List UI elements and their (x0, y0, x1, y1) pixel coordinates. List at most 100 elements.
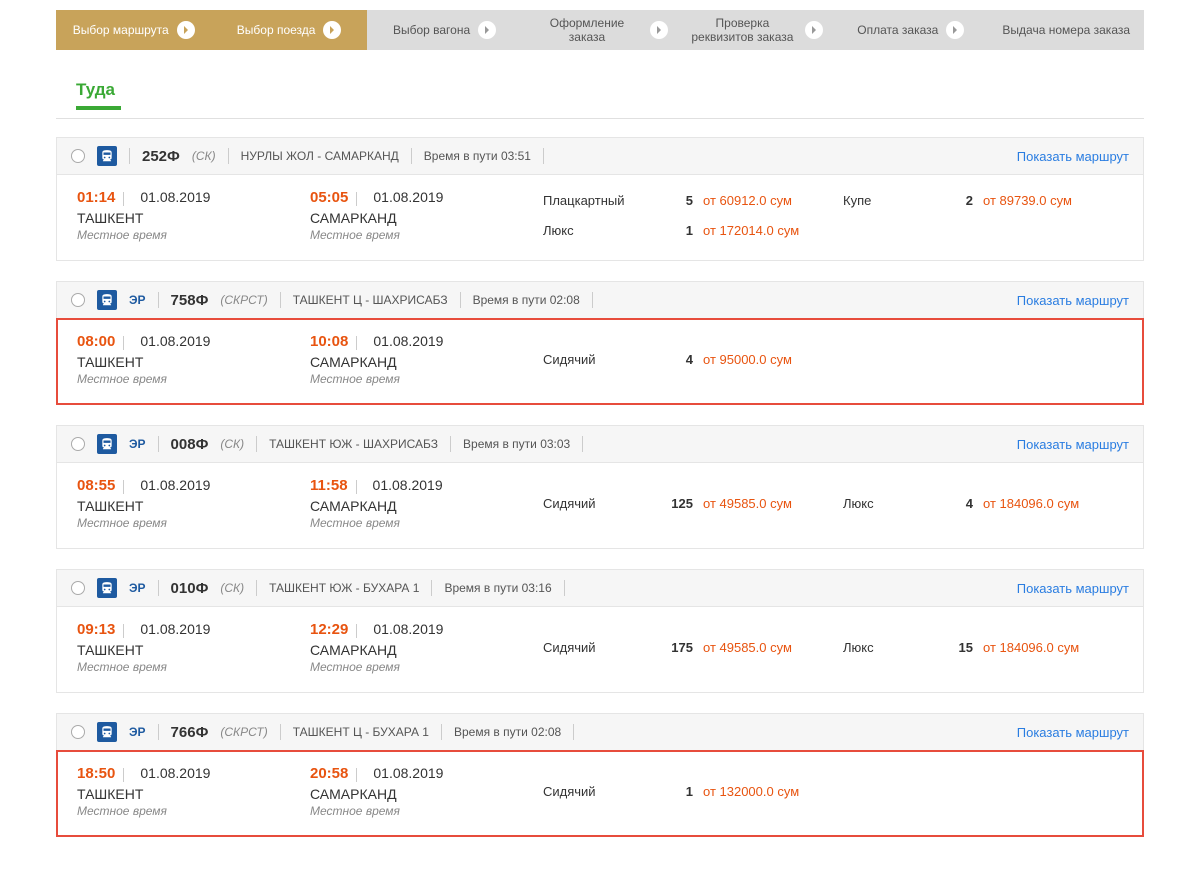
class-count: 1 (663, 784, 703, 799)
arr-block: 12:2901.08.2019САМАРКАНДМестное время (310, 621, 543, 674)
train-header: ЭР766Ф(СКРСТ)ТАШКЕНТ Ц - БУХАРА 1Время в… (57, 714, 1143, 751)
divider (582, 436, 583, 452)
chevron-right-icon (650, 21, 668, 39)
route-name: ТАШКЕНТ ЮЖ - ШАХРИСАБЗ (269, 437, 438, 451)
class-grid: Сидячий175от 49585.0 сумЛюкс15от 184096.… (543, 621, 1123, 674)
show-route-link[interactable]: Показать маршрут (1017, 725, 1129, 740)
divider (158, 580, 159, 596)
divider (129, 148, 130, 164)
chevron-right-icon (805, 21, 823, 39)
show-route-link[interactable]: Показать маршрут (1017, 581, 1129, 596)
train-number: 008Ф (171, 436, 209, 453)
divider (158, 724, 159, 740)
arr-date: 01.08.2019 (373, 189, 443, 205)
arr-station: САМАРКАНД (310, 642, 543, 658)
er-tag: ЭР (129, 725, 146, 739)
class-price: от 89739.0 сум (983, 193, 1123, 208)
dep-date: 01.08.2019 (140, 765, 210, 781)
arr-station: САМАРКАНД (310, 210, 543, 226)
train-card: ЭР758Ф(СКРСТ)ТАШКЕНТ Ц - ШАХРИСАБЗВремя … (56, 281, 1144, 405)
train-type: (СК) (192, 149, 216, 163)
class-grid: Сидячий1от 132000.0 сум (543, 765, 1123, 818)
arr-date: 01.08.2019 (373, 333, 443, 349)
dep-date: 01.08.2019 (140, 477, 210, 493)
divider (256, 580, 257, 596)
dep-time: 08:55 (77, 477, 115, 494)
class-name: Купе (843, 193, 943, 208)
travel-time: Время в пути 03:51 (424, 149, 531, 163)
step-2[interactable]: Выбор вагона (367, 10, 522, 50)
divider (356, 768, 357, 782)
step-0[interactable]: Выбор маршрута (56, 10, 211, 50)
chevron-right-icon (478, 21, 496, 39)
train-radio[interactable] (71, 149, 85, 163)
step-4[interactable]: Проверка реквизитов заказа (678, 10, 833, 50)
class-name: Люкс (843, 640, 943, 655)
chevron-right-icon (946, 21, 964, 39)
dep-time: 08:00 (77, 333, 115, 350)
step-1[interactable]: Выбор поезда (211, 10, 366, 50)
show-route-link[interactable]: Показать маршрут (1017, 149, 1129, 164)
route-name: НУРЛЫ ЖОЛ - САМАРКАНД (241, 149, 399, 163)
dep-station: ТАШКЕНТ (77, 786, 310, 802)
arr-date: 01.08.2019 (373, 477, 443, 493)
train-type: (СК) (220, 581, 244, 595)
class-price: от 95000.0 сум (703, 352, 843, 367)
arr-time: 20:58 (310, 765, 348, 782)
class-price: от 172014.0 сум (703, 223, 843, 238)
direction-title: Туда (76, 80, 121, 110)
step-3[interactable]: Оформление заказа (522, 10, 677, 50)
class-count: 5 (663, 193, 703, 208)
step-5[interactable]: Оплата заказа (833, 10, 988, 50)
divider (592, 292, 593, 308)
train-icon (97, 146, 117, 166)
progress-steps: Выбор маршрута Выбор поездаВыбор вагона Оф… (56, 10, 1144, 50)
show-route-link[interactable]: Показать маршрут (1017, 293, 1129, 308)
divider (123, 480, 124, 494)
dep-date: 01.08.2019 (140, 189, 210, 205)
local-time-label: Местное время (310, 660, 543, 674)
route-name: ТАШКЕНТ ЮЖ - БУХАРА 1 (269, 581, 419, 595)
divider (450, 436, 451, 452)
dep-date: 01.08.2019 (140, 333, 210, 349)
dep-station: ТАШКЕНТ (77, 354, 310, 370)
train-number: 766Ф (171, 724, 209, 741)
class-count: 175 (663, 640, 703, 655)
arr-station: САМАРКАНД (310, 498, 543, 514)
divider (280, 724, 281, 740)
train-body: 08:00 01.08.2019 ТАШКЕНТМестное время10:08… (57, 319, 1143, 404)
arr-time: 11:58 (310, 477, 348, 494)
divider (123, 192, 124, 206)
step-label: Проверка реквизитов заказа (688, 16, 797, 44)
dep-station: ТАШКЕНТ (77, 210, 310, 226)
divider (158, 292, 159, 308)
local-time-label: Местное время (77, 804, 310, 818)
train-number: 252Ф (142, 148, 180, 165)
arr-block: 20:5801.08.2019САМАРКАНДМестное время (310, 765, 543, 818)
train-radio[interactable] (71, 581, 85, 595)
class-price: от 132000.0 сум (703, 784, 843, 799)
step-label: Оплата заказа (857, 23, 938, 37)
chevron-right-icon (323, 21, 341, 39)
train-radio[interactable] (71, 437, 85, 451)
train-body: 18:5001.08.2019ТАШКЕНТМестное время20:58… (57, 751, 1143, 836)
er-tag: ЭР (129, 581, 146, 595)
booking-page: Выбор маршрута Выбор поездаВыбор вагона Оф… (56, 0, 1144, 887)
class-price: от 49585.0 сум (703, 640, 843, 655)
step-label: Оформление заказа (532, 16, 641, 44)
train-header: ЭР010Ф(СК)ТАШКЕНТ ЮЖ - БУХАРА 1Время в п… (57, 570, 1143, 607)
step-label: Выбор маршрута (73, 23, 169, 37)
dep-station: ТАШКЕНТ (77, 642, 310, 658)
class-name: Сидячий (543, 352, 663, 367)
divider (573, 724, 574, 740)
show-route-link[interactable]: Показать маршрут (1017, 437, 1129, 452)
step-6[interactable]: Выдача номера заказа (989, 10, 1144, 50)
divider (564, 580, 565, 596)
train-number: 010Ф (171, 580, 209, 597)
travel-time: Время в пути 03:03 (463, 437, 570, 451)
divider (356, 192, 357, 206)
train-radio[interactable] (71, 293, 85, 307)
train-radio[interactable] (71, 725, 85, 739)
arr-block: 10:0801.08.2019САМАРКАНДМестное время (310, 333, 543, 386)
local-time-label: Местное время (310, 372, 543, 386)
